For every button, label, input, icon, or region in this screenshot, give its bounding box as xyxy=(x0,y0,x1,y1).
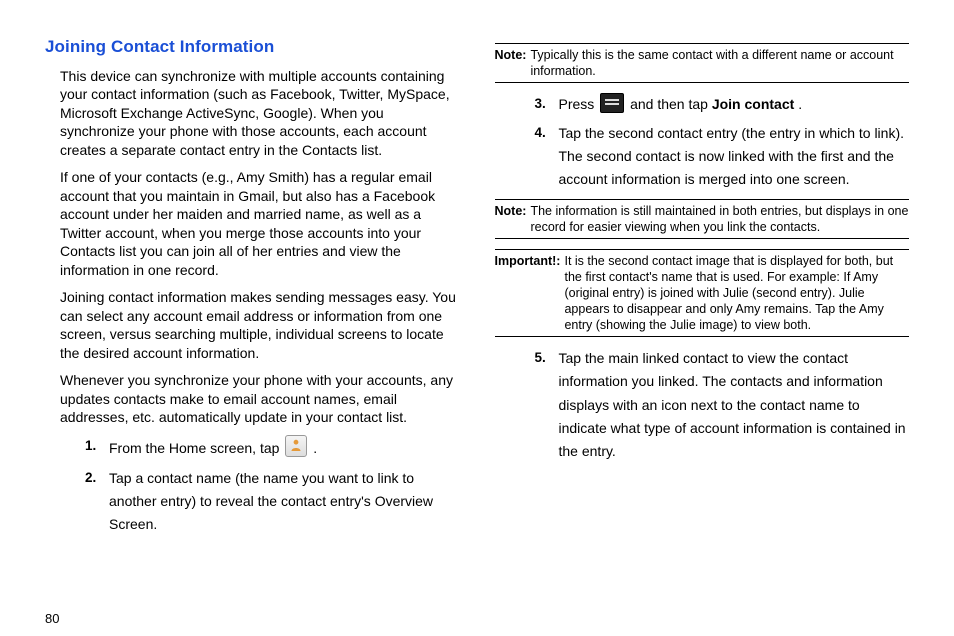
left-column: Joining Contact Information This device … xyxy=(45,35,460,605)
columns: Joining Contact Information This device … xyxy=(45,35,909,605)
step-number: 2. xyxy=(85,467,96,489)
important-label: Important!: xyxy=(495,253,561,333)
section-heading: Joining Contact Information xyxy=(45,37,460,57)
step-item: 1. From the Home screen, tap . xyxy=(85,435,460,460)
note-text: The information is still maintained in b… xyxy=(530,203,909,235)
step-text: Tap the main linked contact to view the … xyxy=(559,350,906,458)
paragraph: Whenever you synchronize your phone with… xyxy=(60,371,460,426)
step-item: 3. Press and then tap Join contact . xyxy=(535,93,910,116)
step-text: Press xyxy=(559,96,599,112)
paragraph: Joining contact information makes sendin… xyxy=(60,288,460,362)
menu-icon xyxy=(600,93,624,113)
contacts-icon xyxy=(285,435,307,457)
right-column: Note: Typically this is the same contact… xyxy=(495,35,910,605)
note-label: Note: xyxy=(495,47,527,79)
important-block: Important!: It is the second contact ima… xyxy=(495,249,910,337)
step-item: 4. Tap the second contact entry (the ent… xyxy=(535,122,910,191)
step-number: 1. xyxy=(85,435,96,457)
step-item: 2. Tap a contact name (the name you want… xyxy=(85,467,460,536)
paragraph: If one of your contacts (e.g., Amy Smith… xyxy=(60,168,460,279)
step-text: Tap a contact name (the name you want to… xyxy=(109,470,433,532)
step-text-bold: Join contact xyxy=(712,96,794,112)
step-text: From the Home screen, tap xyxy=(109,440,283,456)
step-number: 5. xyxy=(535,347,546,369)
note-text: Typically this is the same contact with … xyxy=(530,47,909,79)
step-text: Tap the second contact entry (the entry … xyxy=(559,125,905,187)
step-number: 3. xyxy=(535,93,546,115)
step-item: 5. Tap the main linked contact to view t… xyxy=(535,347,910,462)
step-text: . xyxy=(798,96,802,112)
steps-list: 5. Tap the main linked contact to view t… xyxy=(495,347,910,462)
steps-list: 3. Press and then tap Join contact . 4. … xyxy=(495,93,910,191)
step-text: and then tap xyxy=(630,96,712,112)
steps-list: 1. From the Home screen, tap . 2. Tap a … xyxy=(45,435,460,535)
paragraph: This device can synchronize with multipl… xyxy=(60,67,460,159)
note-block: Note: The information is still maintaine… xyxy=(495,199,910,239)
note-label: Note: xyxy=(495,203,527,235)
step-text: . xyxy=(313,440,317,456)
note-block: Note: Typically this is the same contact… xyxy=(495,43,910,83)
page-number: 80 xyxy=(45,605,909,636)
page: Joining Contact Information This device … xyxy=(0,0,954,636)
important-text: It is the second contact image that is d… xyxy=(564,253,909,333)
step-number: 4. xyxy=(535,122,546,144)
